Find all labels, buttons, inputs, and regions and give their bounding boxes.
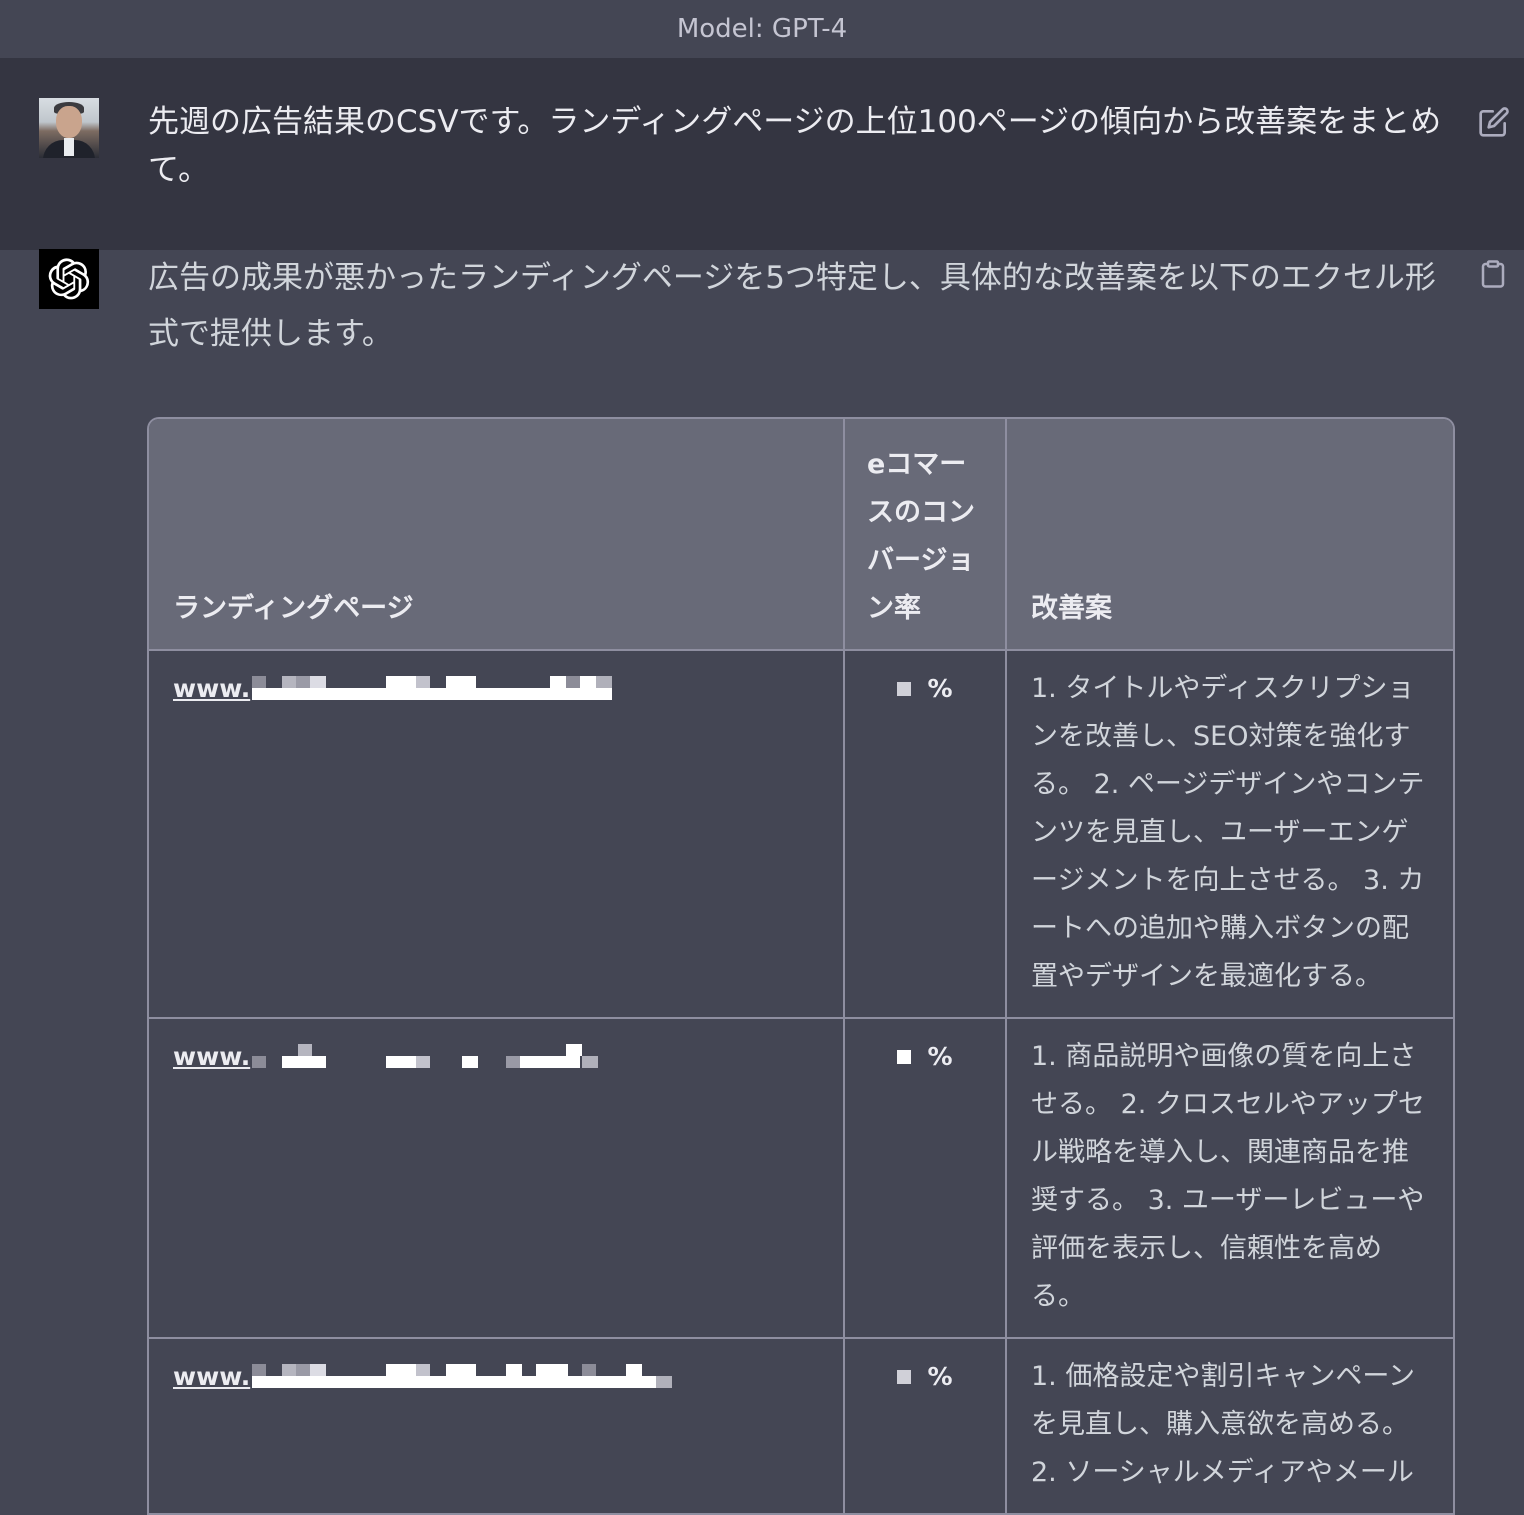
- improvement-cell: 1. タイトルやディスクリプションを改善し、SEO対策を強化する。 2. ページ…: [1006, 650, 1453, 1019]
- landing-page-link[interactable]: www.: [173, 1033, 602, 1081]
- user-message-text: 先週の広告結果のCSVです。ランディングページの上位100ページの傾向から改善案…: [148, 104, 1442, 188]
- landing-page-link[interactable]: www.: [173, 1353, 676, 1401]
- table-row: www.: [149, 1018, 1453, 1339]
- conversion-rate-cell: %: [844, 1018, 1007, 1339]
- model-indicator: Model: GPT-4: [0, 0, 1524, 59]
- landing-page-link[interactable]: www.: [173, 665, 613, 713]
- conversion-rate-cell: %: [844, 650, 1007, 1019]
- improvement-cell: 1. 価格設定や割引キャンペーンを見直し、購入意欲を高める。 2. ソーシャルメ…: [1006, 1338, 1453, 1515]
- landing-page-cell: www.: [149, 650, 845, 1019]
- conversion-rate-cell: %: [844, 1338, 1007, 1515]
- user-avatar: [39, 98, 99, 158]
- assistant-avatar: [39, 249, 99, 309]
- header-landing-page: ランディングページ: [149, 419, 845, 651]
- results-table: ランディングページ eコマースのコンバージョン率 改善案 www. % 1. タ…: [147, 417, 1455, 1515]
- table-row: www.: [149, 650, 1453, 1019]
- landing-page-cell: www.: [149, 1338, 845, 1515]
- header-improvement: 改善案: [1006, 419, 1453, 651]
- model-label: Model: GPT-4: [676, 14, 848, 44]
- table-header-row: ランディングページ eコマースのコンバージョン率 改善案: [149, 419, 1453, 651]
- redacted-url: [252, 1364, 676, 1390]
- clipboard-icon[interactable]: [1478, 258, 1508, 290]
- table-row: www.: [149, 1338, 1453, 1515]
- redacted-url: [252, 1044, 602, 1070]
- improvement-cell: 1. 商品説明や画像の質を向上させる。 2. クロスセルやアップセル戦略を導入し…: [1006, 1018, 1453, 1339]
- landing-page-cell: www.: [149, 1018, 845, 1339]
- edit-icon[interactable]: [1478, 106, 1510, 138]
- header-conversion-rate: eコマースのコンバージョン率: [844, 419, 1007, 651]
- redacted-url: [252, 676, 613, 702]
- assistant-message-text: 広告の成果が悪かったランディングページを5つ特定し、具体的な改善案を以下のエクセ…: [148, 260, 1436, 352]
- openai-logo-icon: [48, 258, 90, 300]
